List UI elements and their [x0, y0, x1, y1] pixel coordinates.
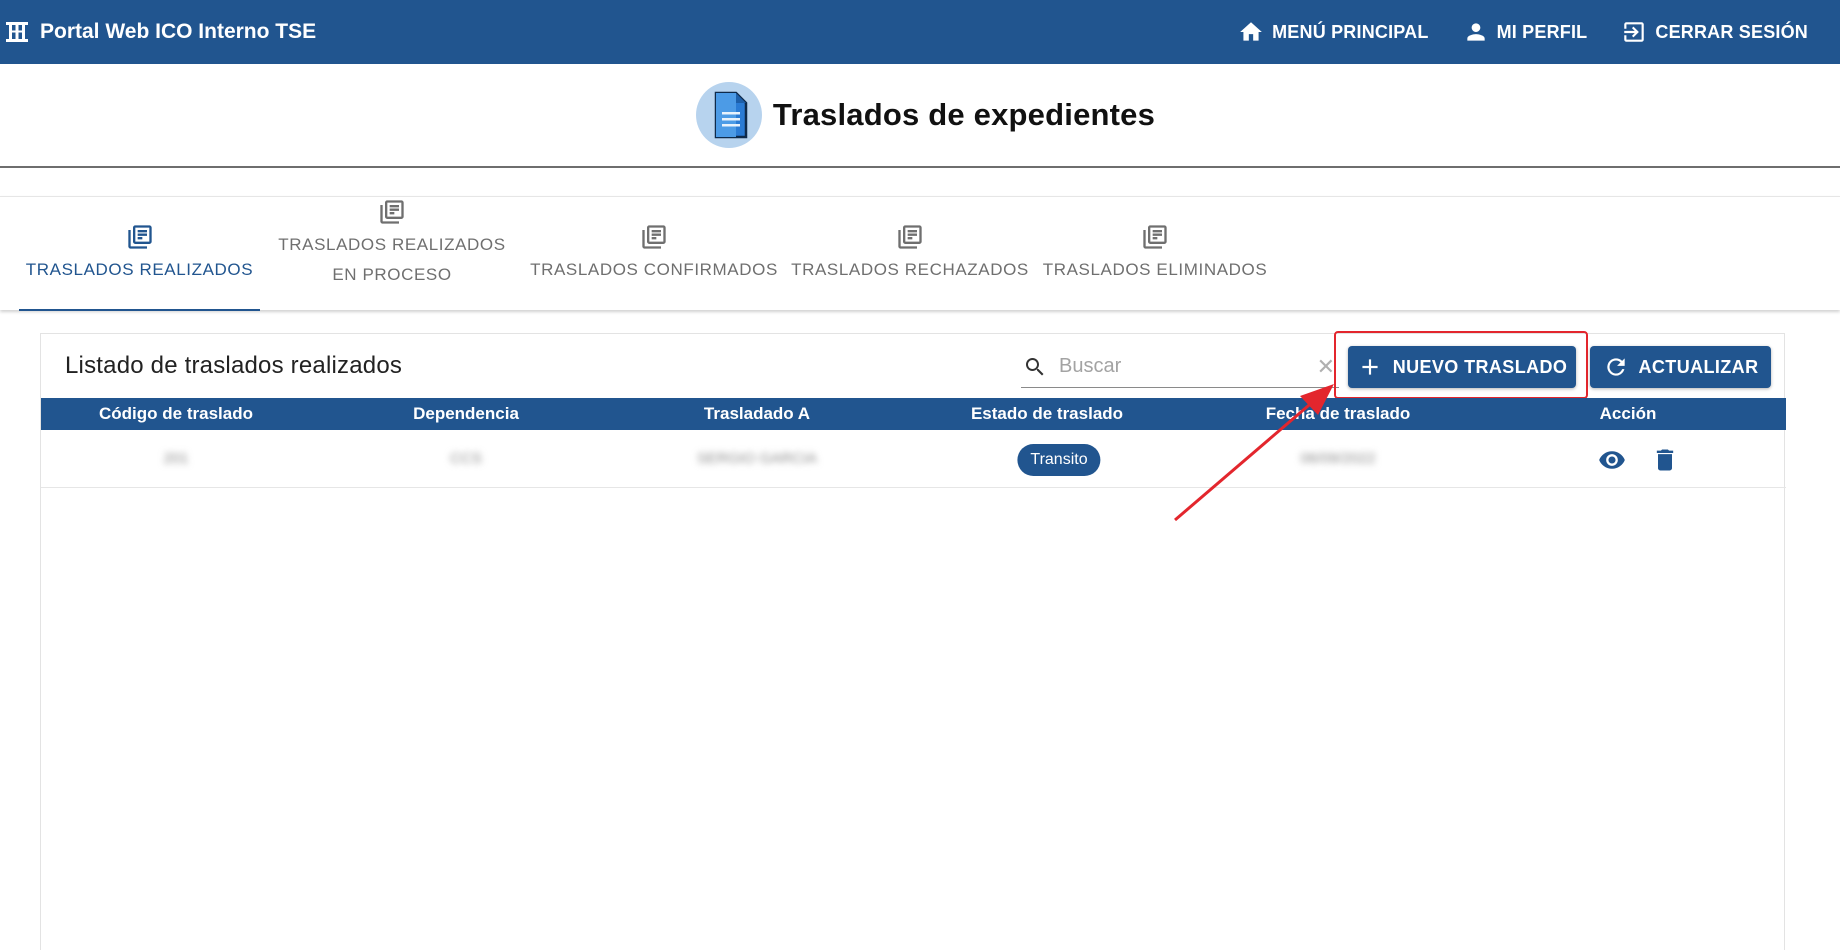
document-icon — [695, 82, 762, 148]
delete-trash-icon[interactable] — [1651, 446, 1679, 474]
column-header-codigo[interactable]: Código de traslado — [99, 398, 253, 430]
tab-traslados-en-proceso[interactable]: TRASLADOS REALIZADOS EN PROCESO — [272, 187, 512, 301]
library-books-icon — [898, 225, 922, 249]
tab-traslados-rechazados[interactable]: TRASLADOS RECHAZADOS — [788, 197, 1032, 311]
column-header-dependencia[interactable]: Dependencia — [413, 398, 519, 430]
list-title: Listado de traslados realizados — [65, 352, 403, 379]
cell-codigo: 201 — [163, 450, 189, 467]
top-nav: MENÚ PRINCIPAL MI PERFIL CERRAR SESIÓN — [1204, 19, 1808, 45]
menu-principal-label: MENÚ PRINCIPAL — [1272, 21, 1429, 42]
tab-label: TRASLADOS RECHAZADOS — [791, 260, 1029, 279]
logout-icon — [1624, 22, 1645, 42]
tab-label: TRASLADOS CONFIRMADOS — [530, 260, 778, 279]
status-badge: Transito — [1017, 444, 1101, 476]
tab-traslados-eliminados[interactable]: TRASLADOS ELIMINADOS — [1040, 197, 1270, 311]
search-field: ✕ — [1021, 346, 1339, 388]
search-icon — [1026, 357, 1044, 375]
cerrar-sesion-link[interactable]: CERRAR SESIÓN — [1621, 19, 1808, 45]
tab-traslados-realizados[interactable]: TRASLADOS REALIZADOS — [19, 197, 260, 311]
brand-title: Portal Web ICO Interno TSE — [40, 20, 317, 43]
cell-dependencia: CCS — [450, 450, 482, 467]
table-row: 201 CCS SERGIO GARCIA Transito 06/09/202… — [41, 430, 1786, 488]
page-title: Traslados de expedientes — [772, 97, 1156, 132]
column-header-fecha[interactable]: Fecha de traslado — [1266, 398, 1411, 430]
column-header-trasladado-a[interactable]: Trasladado A — [704, 398, 810, 430]
mi-perfil-label: MI PERFIL — [1496, 21, 1588, 42]
page-header: Traslados de expedientes — [0, 64, 1840, 168]
traslados-list-card: Listado de traslados realizados ✕ NUEVO … — [40, 331, 1786, 950]
mi-perfil-link[interactable]: MI PERFIL — [1463, 19, 1588, 45]
person-icon — [1466, 23, 1485, 41]
tab-bar: TRASLADOS REALIZADOS TRASLADOS REALIZADO… — [0, 196, 1840, 311]
tab-traslados-confirmados[interactable]: TRASLADOS CONFIRMADOS — [528, 197, 780, 311]
brand[interactable]: Portal Web ICO Interno TSE — [4, 19, 316, 45]
actualizar-button[interactable]: ACTUALIZAR — [1590, 346, 1771, 388]
column-header-estado[interactable]: Estado de traslado — [971, 398, 1123, 430]
page-header-content: Traslados de expedientes — [695, 81, 1155, 149]
refresh-icon — [1606, 358, 1625, 376]
tse-logo-icon — [6, 22, 28, 42]
cerrar-sesion-label: CERRAR SESIÓN — [1655, 21, 1808, 42]
view-eye-icon[interactable] — [1598, 446, 1626, 474]
tab-label-line2: EN PROCESO — [332, 265, 452, 284]
tab-label: TRASLADOS REALIZADOS — [25, 260, 254, 279]
cell-fecha: 06/09/2022 — [1300, 450, 1376, 467]
search-input[interactable] — [1057, 354, 1297, 379]
cell-trasladado-a: SERGIO GARCIA — [696, 450, 818, 467]
clear-search-icon[interactable]: ✕ — [1317, 354, 1335, 380]
column-header-accion: Acción — [1599, 404, 1657, 423]
table-header: Código de traslado Dependencia Trasladad… — [41, 398, 1786, 430]
actualizar-label: ACTUALIZAR — [1638, 356, 1759, 377]
library-books-icon — [380, 200, 404, 224]
plus-icon — [1362, 359, 1378, 375]
menu-principal-link[interactable]: MENÚ PRINCIPAL — [1238, 19, 1428, 45]
tab-label: TRASLADOS ELIMINADOS — [1042, 260, 1268, 279]
library-books-icon — [1143, 225, 1167, 249]
nuevo-traslado-label: NUEVO TRASLADO — [1392, 356, 1568, 377]
library-books-icon — [127, 225, 152, 249]
tab-label-line1: TRASLADOS REALIZADOS — [278, 235, 506, 254]
library-books-icon — [642, 225, 666, 249]
home-icon — [1240, 22, 1262, 41]
top-app-bar: Portal Web ICO Interno TSE MENÚ PRINCIPA… — [0, 0, 1840, 64]
nuevo-traslado-button[interactable]: NUEVO TRASLADO — [1348, 346, 1576, 388]
